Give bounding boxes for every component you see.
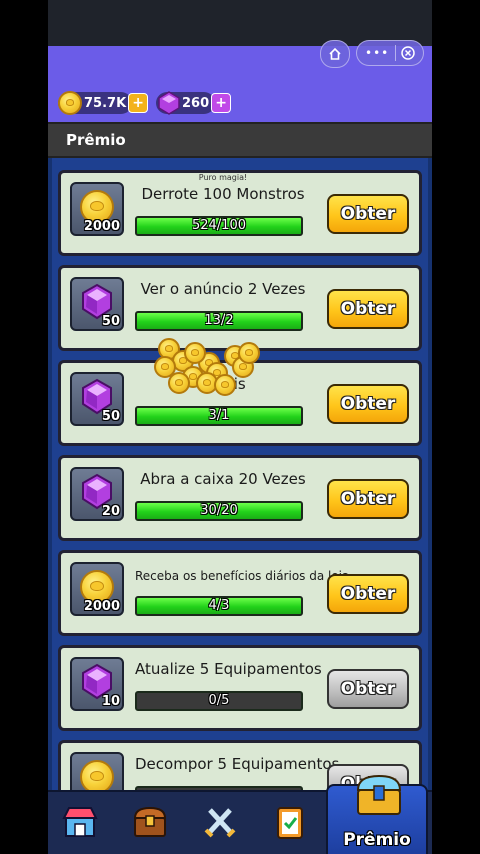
task-progress-bar: 524/100: [135, 216, 303, 236]
task-progress-bar: 13/2: [135, 311, 303, 331]
reward-box: [70, 752, 124, 790]
task-card: 10 Atualize 5 Equipamentos 0/5 Obter: [58, 645, 422, 731]
task-title: Derrote 100 Monstros: [141, 185, 305, 203]
reward-box: 2000: [70, 182, 124, 236]
bottom-nav: Prêmio: [48, 774, 432, 854]
reward-amount: 20: [101, 504, 120, 519]
nav-active-label: Prêmio: [343, 830, 411, 850]
reward-amount: 2000: [83, 219, 120, 234]
claim-button[interactable]: Obter: [327, 479, 409, 519]
claim-button[interactable]: Obter: [327, 289, 409, 329]
page-title: Prêmio: [66, 131, 126, 149]
task-title: Receba os benefícios diários da loja: [135, 569, 350, 583]
nav-quests[interactable]: [268, 800, 312, 844]
reward-amount: 50: [101, 409, 120, 424]
home-icon: [329, 47, 341, 60]
gem-counter: 260 +: [156, 91, 232, 115]
task-card: 50 Ver o anúncio 2 Vezes 13/2 Obter: [58, 265, 422, 351]
task-card: 2000 Puro magia! Derrote 100 Monstros 524/1…: [58, 170, 422, 256]
nav-reward-active[interactable]: Prêmio: [326, 774, 428, 854]
task-title: Decompor 5 Equipamentos: [135, 755, 340, 773]
progress-text: 524/100: [191, 218, 246, 233]
flying-coin: [184, 342, 206, 364]
add-coins-button[interactable]: +: [128, 93, 149, 113]
home-button[interactable]: [320, 40, 350, 68]
task-progress-bar: 3/1: [135, 406, 303, 426]
close-icon[interactable]: [401, 46, 415, 60]
flying-coin: [238, 342, 260, 364]
coin-counter: 75.7K +: [58, 91, 149, 115]
page-title-bar: Prêmio: [48, 122, 432, 158]
game-screen: ••• 75.7K + 260 + Prêmio 2000 Puro magia!…: [48, 0, 432, 854]
claim-button[interactable]: Obter: [327, 574, 409, 614]
reward-chest-icon: [356, 774, 402, 815]
reward-box: 50: [70, 277, 124, 331]
task-title: Abra a caixa 20 Vezes: [140, 470, 306, 488]
reward-amount: 50: [101, 314, 120, 329]
progress-text: 4/3: [208, 598, 230, 613]
reward-box: 20: [70, 467, 124, 521]
more-options-icon[interactable]: •••: [365, 46, 389, 60]
progress-text: 0/5: [208, 693, 230, 708]
task-progress-bar: 4/3: [135, 596, 303, 616]
miniapp-controls: •••: [356, 40, 424, 66]
flying-coin: [168, 372, 190, 394]
progress-text: 3/1: [208, 408, 230, 423]
add-gems-button[interactable]: +: [211, 93, 232, 113]
task-progress-bar: 30/20: [135, 501, 303, 521]
gem-icon: [158, 91, 180, 115]
task-title: Ver o anúncio 2 Vezes: [140, 280, 306, 298]
coin-icon: [58, 91, 82, 115]
task-card: 2000 Receba os benefícios diários da loja…: [58, 550, 422, 636]
nav-battle[interactable]: [198, 800, 242, 844]
chest-icon: [133, 806, 167, 837]
battle-swords-icon: [204, 808, 236, 838]
task-title: Atualize 5 Equipamentos: [135, 660, 322, 678]
clipboard-quest-icon: [277, 807, 303, 839]
reward-amount: 2000: [83, 599, 120, 614]
progress-text: 30/20: [200, 503, 238, 518]
shop-icon: [62, 807, 98, 837]
reward-amount: 10: [101, 694, 120, 709]
reward-box: 2000: [70, 562, 124, 616]
progress-text: 13/2: [204, 313, 234, 328]
nav-shop[interactable]: [58, 800, 102, 844]
claim-button[interactable]: Obter: [327, 194, 409, 234]
claim-button[interactable]: Obter: [327, 669, 409, 709]
flying-coin: [214, 374, 236, 396]
task-subtitle: Puro magia!: [198, 173, 248, 182]
task-progress-bar: 0/5: [135, 691, 303, 711]
reward-box: 50: [70, 372, 124, 426]
claim-button[interactable]: Obter: [327, 384, 409, 424]
reward-box: 10: [70, 657, 124, 711]
task-list[interactable]: 2000 Puro magia! Derrote 100 Monstros 524/1…: [48, 158, 432, 790]
nav-chest[interactable]: [128, 800, 172, 844]
task-card: 20 Abra a caixa 20 Vezes 30/20 Obter: [58, 455, 422, 541]
